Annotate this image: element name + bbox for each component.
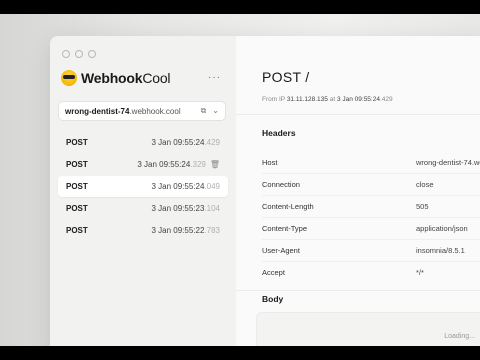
headers-table: Host wrong-dentist-74.webhook.cool Conne… [262,152,480,283]
request-detail-panel: POST / From IP 31.11.128.135 at 3 Jan 09… [236,36,480,346]
brand: WebhookCool [61,70,171,86]
divider [236,290,480,291]
webhook-url: wrong-dentist-74.webhook.cool [65,106,181,116]
divider [236,114,480,115]
loading-text: Loading... [444,333,475,340]
window-controls [62,50,96,58]
request-time: 3 Jan 09:55:24 [151,138,205,147]
body-viewer: Loading... [256,312,480,346]
request-method: POST [66,226,88,235]
chevron-down-icon[interactable]: ⌄ [212,106,219,116]
body-title: Body [262,294,284,304]
request-time: 3 Jan 09:55:24 [151,182,205,191]
header-key: Host [262,158,278,167]
request-time: 3 Jan 09:55:23 [151,204,205,213]
request-list: POST 3 Jan 09:55:24.429 POST 3 Jan 09:55… [58,132,228,242]
header-value: insomnia/8.5.1 [416,246,465,255]
header-value: wrong-dentist-74.webhook.cool [416,158,480,167]
request-time: 3 Jan 09:55:24 [137,160,191,169]
header-row: User-Agent insomnia/8.5.1 [262,240,480,262]
more-menu-button[interactable]: ··· [208,72,221,83]
sidebar: WebhookCool ··· wrong-dentist-74.webhook… [50,36,237,346]
trash-icon[interactable]: 🗑 [210,160,220,169]
request-method: POST [66,204,88,213]
request-item[interactable]: POST 3 Jan 09:55:22.783 [58,220,228,241]
headers-title: Headers [262,128,296,138]
close-window-button[interactable] [62,50,70,58]
header-key: Accept [262,268,285,277]
header-key: Content-Type [262,224,308,233]
request-meta: From IP 31.11.128.135 at 3 Jan 09:55:24.… [262,96,393,103]
header-key: User-Agent [262,246,300,255]
request-item[interactable]: POST 3 Jan 09:55:24.429 [58,132,228,153]
request-item[interactable]: POST 3 Jan 09:55:24.329 🗑 [58,154,228,175]
header-row: Content-Length 505 [262,196,480,218]
request-ms: .329 [190,160,206,169]
header-value: */* [416,268,424,277]
header-key: Content-Length [262,202,314,211]
brand-name: WebhookCool [81,70,171,86]
header-value: application/json [416,224,468,233]
logo-icon [61,70,77,86]
desktop-background: WebhookCool ··· wrong-dentist-74.webhook… [0,14,480,346]
request-ms: .429 [204,138,220,147]
app-window: WebhookCool ··· wrong-dentist-74.webhook… [50,36,480,346]
copy-icon[interactable]: ⧉ [201,106,207,116]
request-item[interactable]: POST 3 Jan 09:55:23.104 [58,198,228,219]
request-method: POST [66,182,88,191]
header-row: Host wrong-dentist-74.webhook.cool [262,152,480,174]
request-ms: .049 [204,182,220,191]
request-item-selected[interactable]: POST 3 Jan 09:55:24.049 [58,176,228,197]
header-row: Connection close [262,174,480,196]
header-value: close [416,180,434,189]
request-ms: .104 [204,204,220,213]
request-time: 3 Jan 09:55:22 [151,226,205,235]
header-key: Connection [262,180,300,189]
request-method: POST [66,138,88,147]
webhook-url-field[interactable]: wrong-dentist-74.webhook.cool ⧉ ⌄ [58,101,226,121]
header-value: 505 [416,202,429,211]
header-row: Content-Type application/json [262,218,480,240]
minimize-window-button[interactable] [75,50,83,58]
header-row: Accept */* [262,262,480,283]
request-ms: .783 [204,226,220,235]
maximize-window-button[interactable] [88,50,96,58]
request-method: POST [66,160,88,169]
page-title: POST / [262,69,310,85]
